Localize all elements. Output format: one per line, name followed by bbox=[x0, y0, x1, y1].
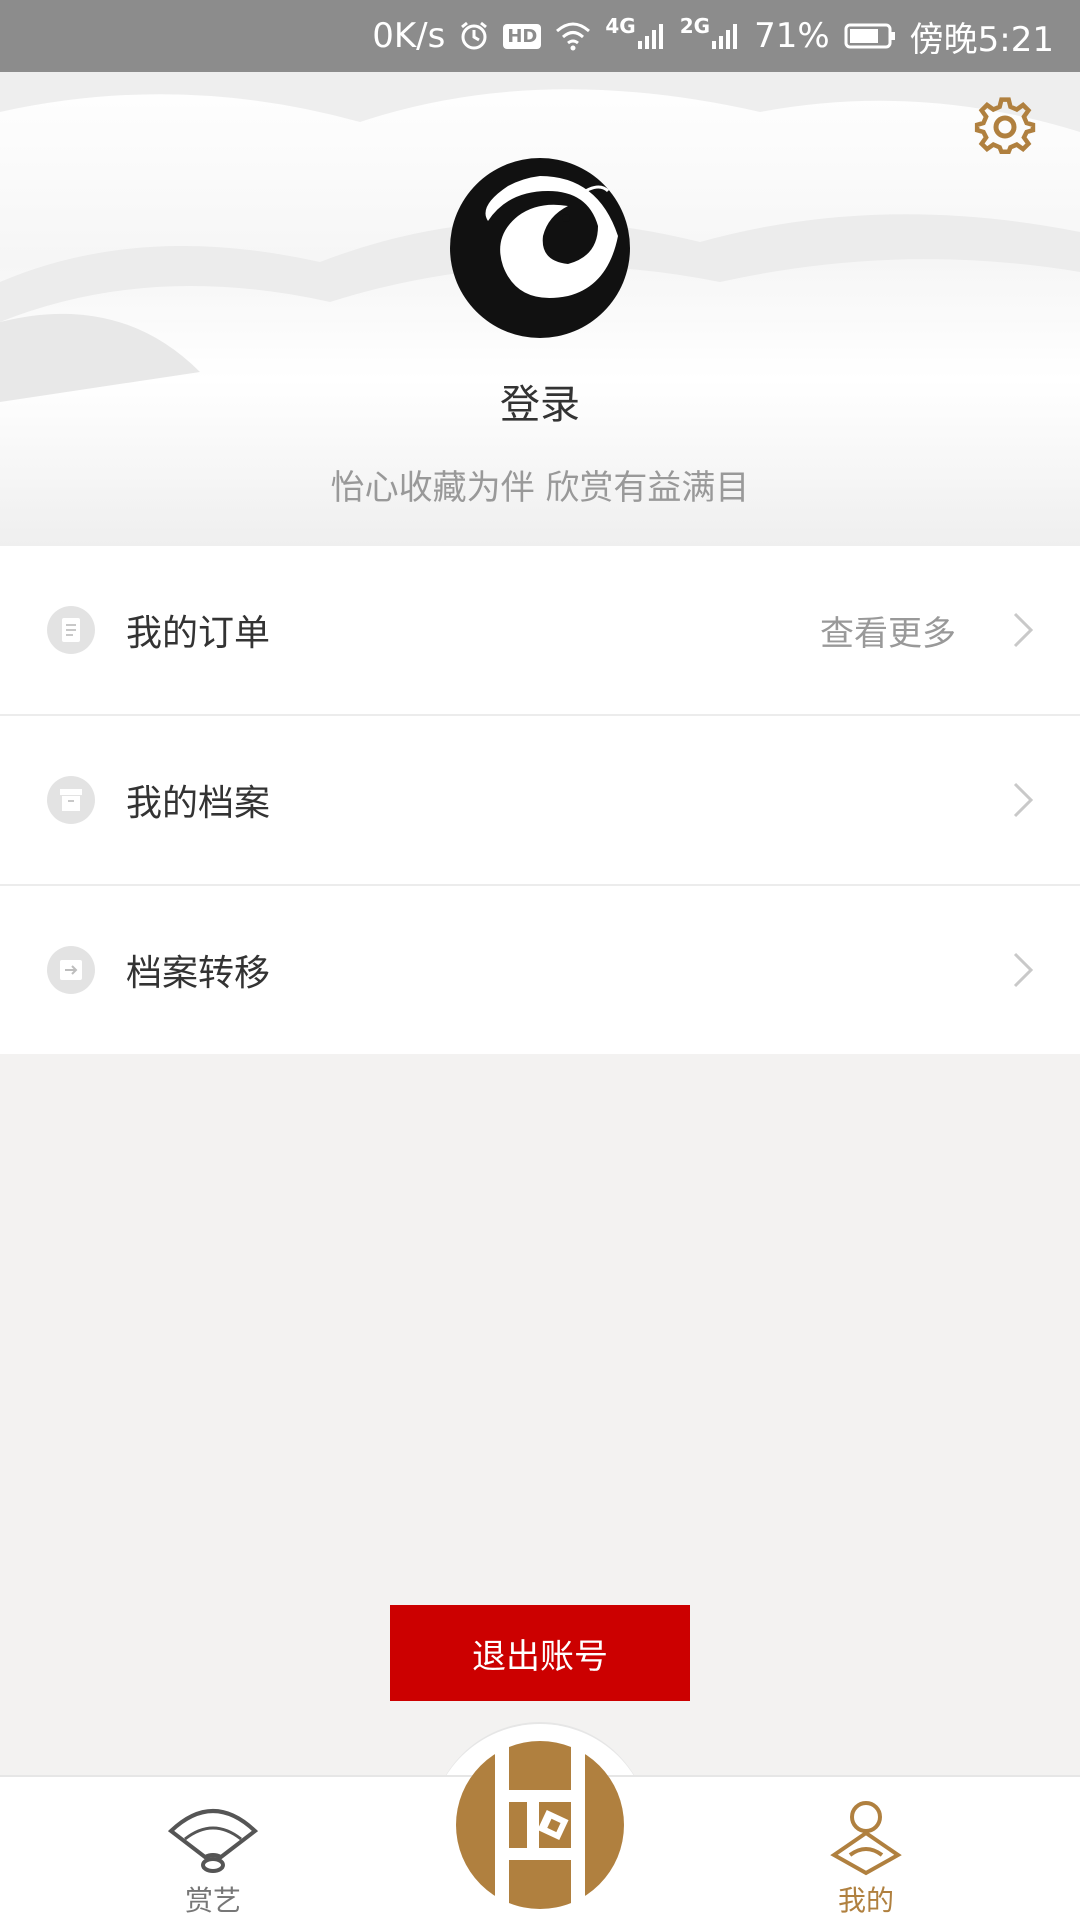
view-more-link[interactable]: 查看更多 bbox=[820, 606, 956, 655]
chevron-right-icon bbox=[1013, 612, 1034, 648]
status-bar: 0K/s HD 4G 2G 71% 傍晚5:21 bbox=[0, 0, 1080, 72]
clock-time: 傍晚5:21 bbox=[909, 19, 1054, 60]
network-speed: 0K/s bbox=[372, 16, 446, 56]
signal-2g-icon: 2G bbox=[680, 14, 740, 51]
slogan-text: 怡心收藏为伴 欣赏有益满目 bbox=[330, 468, 750, 508]
settings-gear-icon[interactable] bbox=[974, 96, 1036, 158]
tab-mine[interactable]: 我的 bbox=[766, 1797, 966, 1919]
tab-label: 我的 bbox=[837, 1884, 894, 1917]
menu-item-label: 档案转移 bbox=[126, 953, 271, 994]
chevron-right-icon bbox=[1013, 782, 1034, 818]
menu-list: 我的订单 查看更多 我的档案 档案转移 bbox=[0, 546, 1080, 1054]
fan-icon bbox=[167, 1809, 259, 1873]
profile-header: 登录 怡心收藏为伴 欣赏有益满目 bbox=[0, 72, 1080, 546]
menu-item-my-orders[interactable]: 我的订单 查看更多 bbox=[0, 546, 1080, 716]
alarm-icon bbox=[459, 21, 489, 51]
center-logo-icon[interactable] bbox=[455, 1740, 625, 1910]
menu-item-archive-transfer[interactable]: 档案转移 bbox=[0, 886, 1080, 1054]
transfer-icon bbox=[47, 946, 95, 994]
logout-button[interactable]: 退出账号 bbox=[390, 1605, 690, 1701]
menu-item-my-archive[interactable]: 我的档案 bbox=[0, 716, 1080, 886]
battery-icon bbox=[844, 22, 896, 50]
wifi-icon bbox=[555, 21, 591, 51]
archive-box-icon bbox=[47, 776, 95, 824]
menu-item-label: 我的档案 bbox=[126, 783, 271, 824]
menu-item-label: 我的订单 bbox=[126, 613, 271, 654]
user-icon bbox=[830, 1801, 902, 1876]
chevron-right-icon bbox=[1013, 952, 1034, 988]
hd-badge: HD bbox=[503, 23, 542, 49]
login-label[interactable]: 登录 bbox=[0, 372, 1080, 430]
tab-appreciate-art[interactable]: 赏艺 bbox=[113, 1797, 313, 1919]
battery-percent: 71% bbox=[754, 16, 830, 56]
signal-4g-icon: 4G bbox=[605, 14, 665, 51]
avatar-dragon-logo[interactable] bbox=[448, 156, 632, 340]
tab-label: 赏艺 bbox=[184, 1884, 241, 1917]
order-list-icon bbox=[47, 606, 95, 654]
